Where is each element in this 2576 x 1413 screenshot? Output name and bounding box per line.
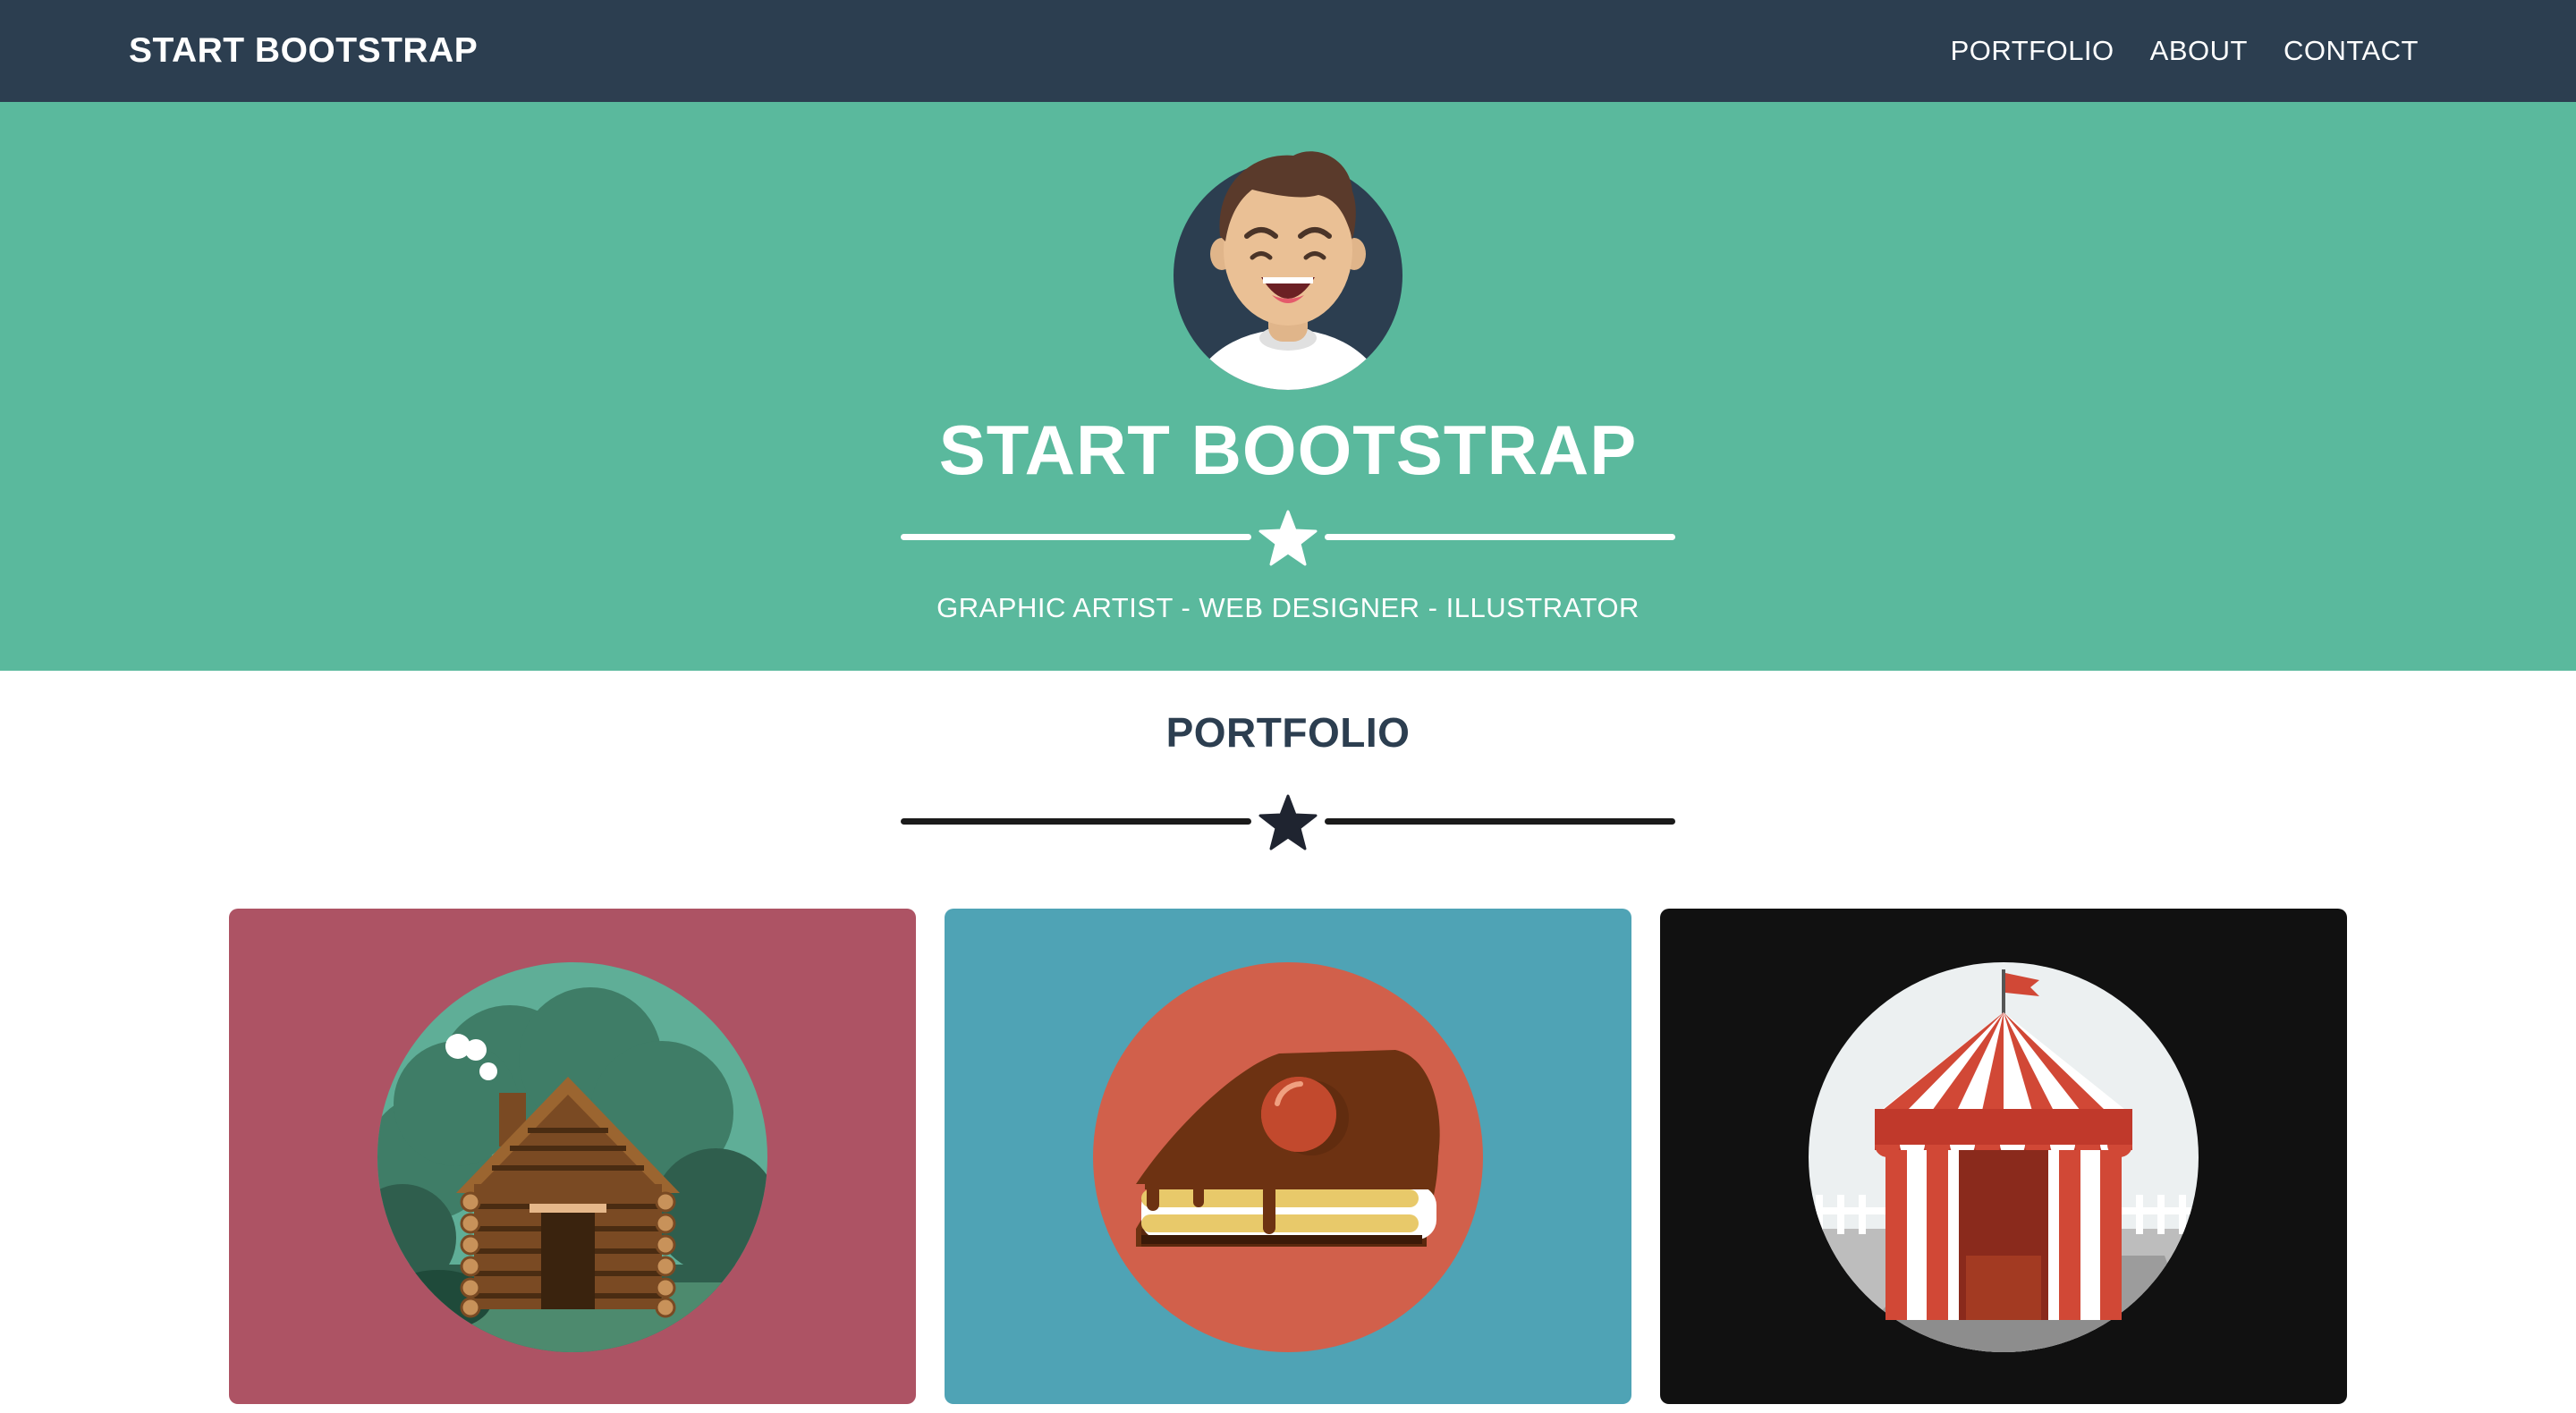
- cabin-icon: [377, 962, 767, 1352]
- masthead-divider: [899, 510, 1677, 566]
- portfolio-item-circus[interactable]: [1660, 909, 2347, 1404]
- masthead-title: START BOOTSTRAP: [938, 410, 1638, 489]
- star-icon: [1258, 794, 1318, 850]
- nav-link-portfolio[interactable]: PORTFOLIO: [1951, 0, 2114, 102]
- portfolio-divider: [899, 794, 1677, 850]
- star-icon: [1258, 510, 1318, 566]
- masthead-subtitle: GRAPHIC ARTIST - WEB DESIGNER - ILLUSTRA…: [936, 592, 1640, 623]
- brand-link[interactable]: START BOOTSTRAP: [129, 0, 478, 102]
- divider-line-left: [901, 534, 1251, 540]
- nav-links: PORTFOLIO ABOUT CONTACT: [1951, 0, 2419, 102]
- avatar: [1174, 151, 1402, 390]
- nav-link-about[interactable]: ABOUT: [2150, 0, 2248, 102]
- nav-link-contact[interactable]: CONTACT: [2284, 0, 2419, 102]
- portfolio-item-cake[interactable]: [945, 909, 1631, 1404]
- divider-line-right: [1325, 818, 1675, 825]
- navbar: START BOOTSTRAP PORTFOLIO ABOUT CONTACT: [0, 0, 2576, 102]
- masthead: START BOOTSTRAP GRAPHIC ARTIST - WEB DES…: [0, 102, 2576, 671]
- divider-line-right: [1325, 534, 1675, 540]
- portfolio-item-cabin[interactable]: [229, 909, 916, 1404]
- divider-line-left: [901, 818, 1251, 825]
- circus-tent-icon: [1809, 962, 2199, 1352]
- cake-icon: [1093, 962, 1483, 1352]
- portfolio-heading: PORTFOLIO: [1165, 709, 1411, 756]
